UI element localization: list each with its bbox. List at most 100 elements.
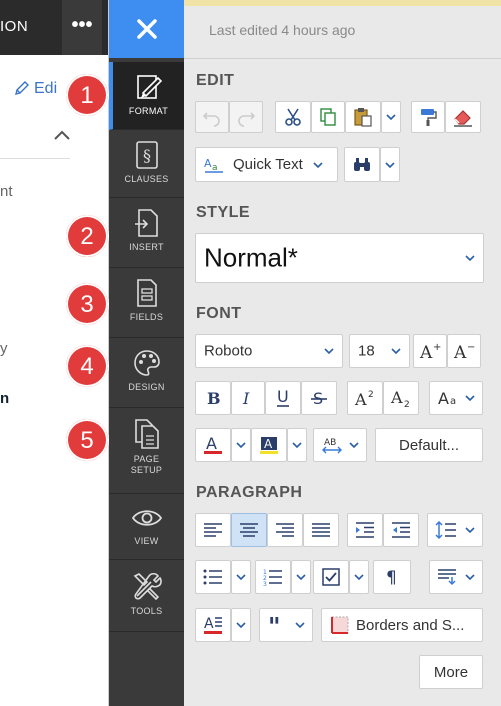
tools-wrench-icon — [133, 572, 162, 601]
sidebar-item-label: SETUP — [130, 465, 163, 475]
document-tab-label[interactable]: ION — [0, 18, 28, 35]
font-color-button[interactable]: A — [195, 428, 231, 462]
step-marker-1: 1 — [65, 73, 109, 117]
copy-button[interactable] — [311, 101, 345, 133]
bold-button[interactable]: B — [195, 381, 231, 415]
paragraph-shading-dropdown[interactable] — [231, 608, 251, 642]
justify-button[interactable] — [303, 513, 339, 547]
character-spacing-icon: AB — [321, 438, 342, 454]
chevron-down-icon — [295, 622, 305, 629]
quick-text-dropdown[interactable]: Aa Quick Text — [195, 147, 338, 182]
checkbox-list-button[interactable] — [313, 560, 349, 594]
svg-text:A: A — [390, 389, 403, 407]
grow-font-button[interactable]: A + — [413, 334, 447, 368]
svg-text:A: A — [204, 616, 214, 632]
italic-button[interactable]: I — [231, 381, 265, 415]
more-options-button[interactable]: ••• — [62, 0, 102, 55]
sidebar-item-design[interactable]: DESIGN — [109, 338, 184, 408]
clear-formatting-button[interactable] — [445, 101, 481, 133]
paste-button[interactable] — [345, 101, 381, 133]
decrease-indent-button[interactable] — [383, 513, 419, 547]
svg-text:A: A — [453, 343, 467, 361]
paragraph-spacing-dropdown[interactable] — [429, 560, 483, 594]
sidebar-item-view[interactable]: VIEW — [109, 494, 184, 560]
paragraph-style-value: Normal* — [204, 242, 298, 273]
svg-text:A: A — [206, 434, 217, 453]
undo-button[interactable] — [195, 101, 229, 133]
font-family-value: Roboto — [204, 342, 253, 360]
svg-text:I: I — [242, 389, 250, 407]
numbered-list-dropdown[interactable] — [291, 560, 311, 594]
chevron-down-icon — [349, 442, 359, 449]
increase-indent-icon — [356, 522, 374, 538]
increase-indent-button[interactable] — [347, 513, 383, 547]
subscript-button[interactable]: A2 — [383, 381, 419, 415]
cut-button[interactable] — [275, 101, 311, 133]
find-button[interactable] — [344, 147, 380, 182]
more-button-label: More — [433, 663, 469, 681]
show-formatting-marks-button[interactable]: ¶ — [373, 560, 411, 594]
redo-button[interactable] — [229, 101, 263, 133]
strikethrough-button[interactable]: S — [301, 381, 337, 415]
paragraph-style-select[interactable]: Normal* — [195, 233, 484, 283]
bulleted-list-button[interactable] — [195, 560, 231, 594]
align-right-button[interactable] — [267, 513, 303, 547]
step-marker-3: 3 — [65, 282, 109, 326]
bulleted-list-dropdown[interactable] — [231, 560, 251, 594]
sidebar-item-insert[interactable]: INSERT — [109, 198, 184, 268]
shrink-font-button[interactable]: A − — [447, 334, 481, 368]
collapse-chevron-up-icon[interactable] — [53, 128, 71, 142]
checkbox-icon — [322, 568, 340, 586]
checkbox-list-dropdown[interactable] — [349, 560, 369, 594]
bold-icon: B — [207, 389, 221, 407]
change-case-dropdown[interactable]: Aa — [429, 381, 483, 415]
format-painter-icon — [421, 109, 437, 126]
paste-options-dropdown[interactable] — [381, 101, 401, 133]
default-font-button[interactable]: Default... — [375, 428, 483, 462]
page-setup-icon — [134, 419, 159, 449]
binoculars-icon — [354, 157, 370, 171]
font-family-select[interactable]: Roboto — [195, 334, 343, 368]
sidebar-item-clauses[interactable]: § CLAUSES — [109, 130, 184, 198]
edit-document-link[interactable]: Edi — [14, 80, 57, 98]
sidebar-item-tools[interactable]: TOOLS — [109, 560, 184, 632]
highlight-color-dropdown[interactable] — [287, 428, 307, 462]
subscript-icon: A2 — [390, 389, 410, 407]
sidebar-item-format[interactable]: FORMAT — [109, 62, 184, 130]
font-grow-icon: A + — [419, 342, 441, 361]
sidebar-item-fields[interactable]: FIELDS — [109, 268, 184, 338]
line-spacing-dropdown[interactable] — [427, 513, 483, 547]
numbered-list-button[interactable]: 123 — [255, 560, 291, 594]
sidebar-item-label: DESIGN — [128, 382, 165, 392]
sidebar-item-label: CLAUSES — [124, 174, 169, 184]
sidebar-item-label: FORMAT — [128, 106, 169, 116]
sidebar-item-label: VIEW — [134, 536, 159, 546]
font-shrink-icon: A − — [453, 342, 475, 361]
align-left-button[interactable] — [195, 513, 231, 547]
underline-button[interactable]: U — [265, 381, 301, 415]
superscript-button[interactable]: A2 — [347, 381, 383, 415]
quote-style-dropdown[interactable]: " — [259, 608, 313, 642]
align-center-button[interactable] — [231, 513, 267, 547]
section-title-paragraph: PARAGRAPH — [196, 484, 303, 501]
more-button[interactable]: More — [419, 655, 483, 689]
font-color-dropdown[interactable] — [231, 428, 251, 462]
character-spacing-dropdown[interactable]: AB — [313, 428, 367, 462]
svg-text:¶: ¶ — [386, 568, 397, 586]
format-painter-button[interactable] — [411, 101, 445, 133]
chevron-down-icon — [385, 161, 395, 168]
borders-and-shading-button[interactable]: Borders and S... — [321, 608, 483, 642]
find-options-dropdown[interactable] — [380, 147, 400, 182]
svg-text:A: A — [354, 390, 367, 407]
font-size-select[interactable]: 18 — [349, 334, 410, 368]
paragraph-shading-button[interactable]: A — [195, 608, 231, 642]
format-brush-icon — [136, 75, 162, 99]
sidebar-item-page-setup[interactable]: PAGE SETUP — [109, 408, 184, 494]
step-marker-5: 5 — [65, 418, 109, 462]
svg-text:2: 2 — [404, 400, 410, 407]
divider — [184, 58, 501, 59]
chevron-down-icon — [236, 574, 246, 581]
close-button[interactable] — [109, 0, 184, 58]
highlight-color-button[interactable]: A — [251, 428, 287, 462]
pilcrow-icon: ¶ — [386, 568, 397, 586]
